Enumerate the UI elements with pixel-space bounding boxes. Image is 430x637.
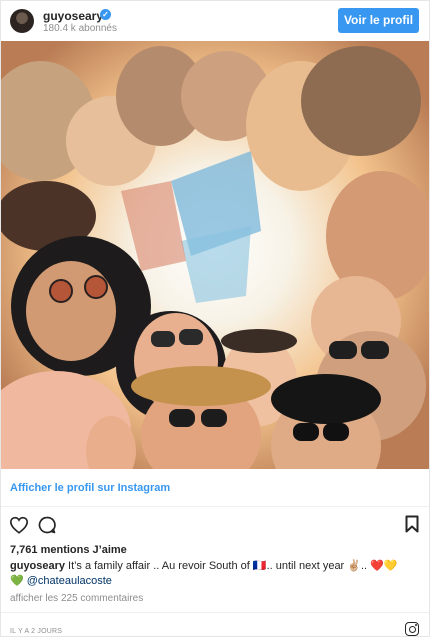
view-profile-link[interactable]: Afficher le profil sur Instagram — [10, 482, 170, 494]
mention-link[interactable]: @chateaulacoste — [27, 575, 112, 587]
post-timestamp: IL Y A 2 JOURS — [10, 628, 63, 635]
caption-username[interactable]: guyoseary — [10, 560, 65, 572]
divider — [1, 612, 429, 613]
avatar[interactable] — [10, 9, 34, 33]
like-count: 7,761 mentions J’aime — [10, 544, 127, 556]
view-comments-link[interactable]: afficher les 225 commentaires — [10, 593, 143, 604]
instagram-embed-card: guyoseary ✓ 180.4 k abonnés Voir le prof… — [0, 0, 430, 637]
caption: guyoseary It’s a family affair .. Au revo… — [10, 559, 415, 589]
verified-badge-icon: ✓ — [100, 9, 111, 20]
comment-icon[interactable] — [37, 515, 57, 535]
divider — [1, 506, 429, 507]
action-bar — [1, 511, 429, 541]
instagram-logo-icon[interactable] — [405, 622, 419, 636]
post-photo[interactable] — [1, 41, 429, 469]
username[interactable]: guyoseary — [43, 9, 103, 23]
post-header: guyoseary ✓ 180.4 k abonnés Voir le prof… — [1, 1, 429, 41]
follower-count: 180.4 k abonnés — [43, 23, 117, 34]
heart-icon[interactable] — [9, 516, 29, 534]
green-heart-emoji: 💚 — [10, 575, 24, 587]
caption-text: It’s a family affair .. Au revoir South … — [68, 560, 398, 572]
group-selfie-photo — [1, 41, 429, 469]
bookmark-icon[interactable] — [405, 515, 419, 533]
view-profile-button[interactable]: Voir le profil — [338, 8, 419, 33]
